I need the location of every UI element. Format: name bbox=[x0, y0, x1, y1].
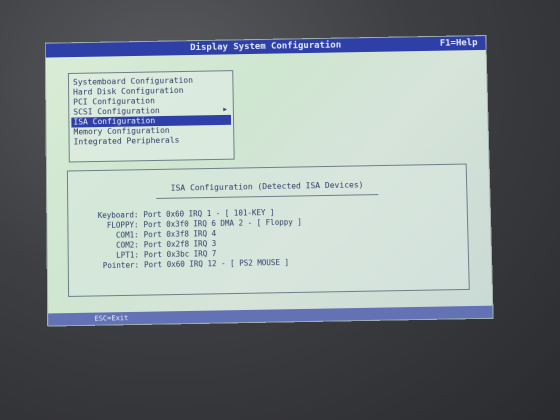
panel-divider bbox=[156, 194, 379, 199]
title-bar: Display System Configuration F1=Help bbox=[45, 36, 486, 58]
configuration-menu: Systemboard Configuration Hard Disk Conf… bbox=[67, 70, 235, 163]
menu-item-label: SCSI Configuration bbox=[73, 106, 160, 117]
help-hint[interactable]: F1=Help bbox=[440, 36, 478, 50]
bios-screen: Display System Configuration F1=Help Sys… bbox=[44, 35, 494, 327]
menu-item-label: Integrated Peripherals bbox=[73, 135, 180, 147]
menu-item-label: Memory Configuration bbox=[73, 125, 170, 137]
menu-item-label: PCI Configuration bbox=[73, 96, 155, 107]
status-bar: ESC=Exit bbox=[48, 305, 493, 326]
isa-device-panel: ISA Configuration (Detected ISA Devices)… bbox=[66, 163, 470, 297]
panel-title: ISA Configuration (Detected ISA Devices) bbox=[170, 180, 364, 193]
submenu-arrow-icon: ▶ bbox=[223, 105, 227, 113]
exit-hint[interactable]: ESC=Exit bbox=[94, 312, 128, 325]
menu-item-label: ISA Configuration bbox=[73, 116, 156, 127]
window-title: Display System Configuration bbox=[190, 40, 342, 54]
menu-item-integrated-peripherals[interactable]: Integrated Peripherals bbox=[72, 135, 232, 148]
device-label: Pointer: bbox=[102, 260, 140, 271]
device-value: Port 0x60 IRQ 12 - [ PS2 MOUSE ] bbox=[143, 257, 290, 270]
device-value: Port 0x3f0 IRQ 6 DMA 2 - [ Floppy ] bbox=[143, 217, 302, 230]
